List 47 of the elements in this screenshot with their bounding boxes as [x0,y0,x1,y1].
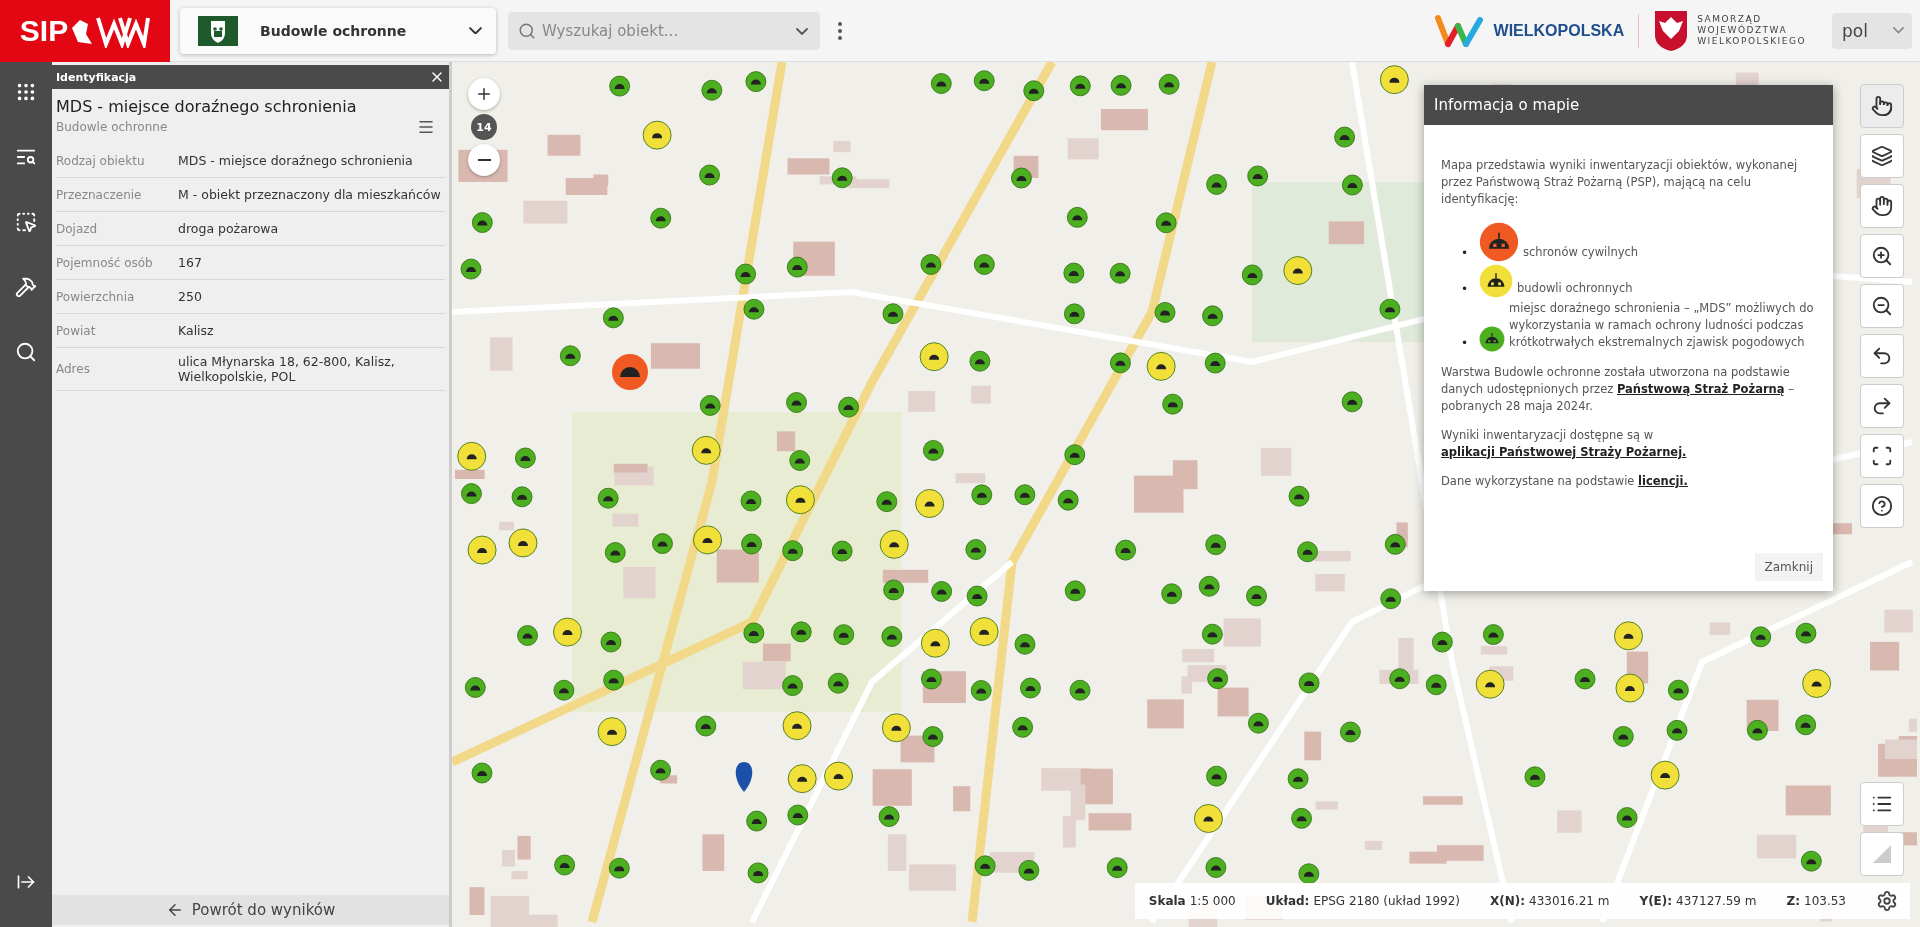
legend-text: schronów cywilnych [1523,244,1640,261]
attribute-label: Adres [56,362,91,376]
attribute-label: Powierzchnia [56,289,136,304]
zoom-level: 14 [471,114,497,140]
attribute-value: droga pożarowa [178,220,280,238]
attribute-label: Rodzaj obiektu [56,153,146,168]
info-link[interactable]: licencji. [1638,474,1688,488]
coordinate-text: Z: 103.53 [1786,894,1846,908]
attribute-label: Dojazd [56,221,99,236]
attribute-value: 167 [178,254,203,272]
object-name: MDS - miejsce doraźnego schronienia [55,96,358,116]
scale-text: Skala 1:5 000 [1148,894,1236,908]
legend-text: budowli ochronnych [1517,280,1634,297]
search-field[interactable]: Wyszukaj obiekt... [508,11,820,50]
coordinate-text: Y(E): 437127.59 m [1639,894,1757,908]
back-to-results-button[interactable]: Powrót do wyników [52,895,449,925]
panel-title: Identyfikacja [56,70,137,84]
attribute-value: 250 [178,288,203,306]
attribute-label: Pojemność osób [56,255,154,270]
legend-text: miejsc doraźnego schronienia – „MDS” możliwych do wykorzystania w ramach ochrony ludności podczas krótkotrwałych ekstremalnych zjawisk pogodowych [1509,300,1815,351]
attribute-label: Przeznaczenie [56,187,143,202]
app-logo[interactable]: SIP [0,0,170,62]
attribute-label: Powiat [56,323,97,338]
coordinate-text: X(N): 433016.21 m [1489,894,1610,908]
bullet: • [1461,281,1470,298]
attribute-value: MDS - miejsce doraźnego schronienia [178,152,414,170]
object-layer: Budowle ochronne [56,120,168,134]
language-select[interactable]: pol [1832,12,1912,49]
intro-paragraph: Mapa przedstawia wyniki inwentaryzacji obiektów, wykonanej przez Państwową Straż Pożarną (PSP), mającą na celu identyfikację: [1441,157,1799,208]
layer-name: Budowle ochronne [260,22,408,39]
info-link[interactable]: Państwową Straż Pożarną [1616,382,1785,396]
info-paragraph: Dane wykorzystane na podstawie licencji. [1441,473,1689,490]
close-button[interactable]: Zamknij [1754,553,1823,581]
authority-logo-text: SAMORZĄD WOJEWÓDZTWA WIELKOPOLSKIEGO [1697,14,1806,47]
dialog-title: Informacja o mapie [1424,85,1833,125]
info-paragraph: Wyniki inwentaryzacji dostępne są w aplikacji Państwowej Straży Pożarnej. [1441,427,1688,461]
layer-select[interactable]: Budowle ochronne [180,7,496,54]
coordinate-text: Układ: EPSG 2180 (układ 1992) [1265,894,1460,908]
attribute-value: Kalisz [178,322,215,340]
bullet: • [1461,245,1470,262]
logo-text: SIP [19,13,69,48]
attribute-value: M - obiekt przeznaczony dla mieszkańców [178,186,442,204]
info-paragraph: Warstwa Budowle ochronne została utworzona na podstawie danych udostępnionych przez Państwową Straż Pożarną – pobranych 28 maja 2024r. [1441,364,1795,415]
region-logo-text: WIELKOPOLSKA [1493,21,1625,40]
bullet: • [1461,335,1470,352]
attribute-value: ulica Młynarska 18, 62-800, Kalisz, Wielkopolskie, POL [178,353,396,386]
info-link[interactable]: aplikacji Państwowej Straży Pożarnej. [1441,445,1687,459]
